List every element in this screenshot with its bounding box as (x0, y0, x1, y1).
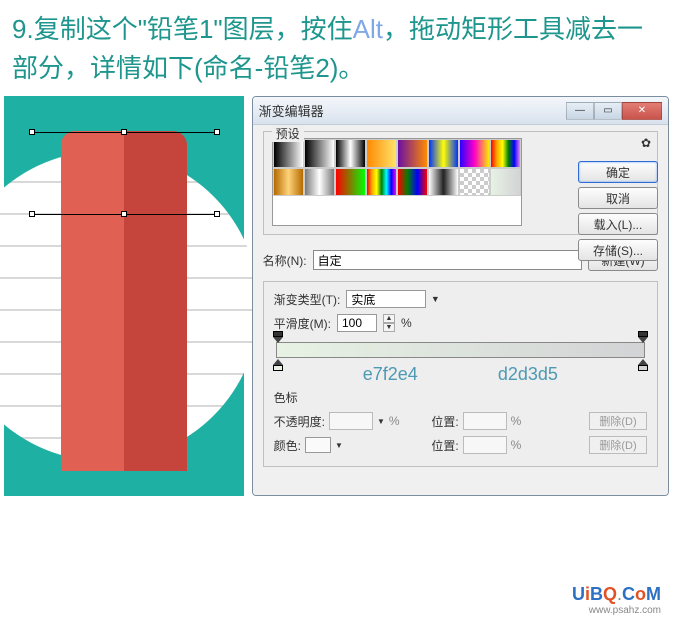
gradient-name-input[interactable] (313, 250, 582, 270)
preview-pencil-shape (61, 131, 187, 471)
close-button[interactable]: ✕ (622, 102, 662, 120)
preset-swatch[interactable] (428, 168, 459, 197)
gradient-type-value[interactable] (346, 290, 426, 308)
preset-swatch[interactable] (459, 168, 490, 197)
opacity-stop-label: 不透明度: (274, 413, 325, 430)
smoothness-input[interactable] (337, 314, 377, 332)
percent-unit: % (389, 414, 400, 428)
ok-button[interactable]: 确定 (578, 161, 658, 183)
dialog-titlebar[interactable]: 渐变编辑器 — ▭ ✕ (253, 97, 668, 125)
delete-opacity-stop-button[interactable]: 删除(D) (589, 412, 647, 430)
preset-swatch[interactable] (490, 168, 521, 197)
color-stop-label: 颜色: (274, 437, 301, 454)
percent-unit: % (401, 316, 412, 330)
dialog-title: 渐变编辑器 (259, 101, 566, 120)
load-button[interactable]: 载入(L)... (578, 213, 658, 235)
quote-close: " (213, 14, 222, 44)
layer-preview (4, 96, 244, 496)
transform-handle[interactable] (121, 129, 127, 135)
smoothness-stepper[interactable]: ▲▼ (383, 314, 395, 332)
layer-ref: 铅笔1 (147, 14, 213, 44)
preset-swatch[interactable] (397, 168, 428, 197)
preset-swatch[interactable] (304, 139, 335, 168)
alt-key: Alt (353, 14, 383, 44)
gradient-preview-bar[interactable] (276, 342, 645, 358)
color-position-input[interactable] (463, 436, 507, 454)
preset-swatch[interactable] (490, 139, 521, 168)
opacity-input[interactable] (329, 412, 373, 430)
color-swatch[interactable] (305, 437, 331, 453)
preset-swatch[interactable] (428, 139, 459, 168)
opacity-stop-left[interactable] (273, 331, 283, 343)
preset-swatch[interactable] (366, 139, 397, 168)
preset-swatch[interactable] (397, 139, 428, 168)
watermark: UiBQ.CoM www.psahz.com (572, 584, 661, 616)
txt-part2: 图层，按住 (223, 14, 353, 44)
preset-swatch[interactable] (366, 168, 397, 197)
quote-open: " (138, 14, 147, 44)
gradient-editor-dialog: 渐变编辑器 — ▭ ✕ 预设 ✿ (252, 96, 669, 496)
position-label: 位置: (431, 413, 458, 430)
step-number: 9. (12, 14, 34, 44)
transform-handle[interactable] (121, 211, 127, 217)
preset-swatch[interactable] (335, 139, 366, 168)
opacity-stop-right[interactable] (638, 331, 648, 343)
transform-handle[interactable] (29, 211, 35, 217)
txt-part1: 复制这个 (34, 14, 138, 44)
preset-swatch[interactable] (335, 168, 366, 197)
dropdown-arrow-icon[interactable]: ▼ (428, 292, 442, 306)
opacity-position-input[interactable] (463, 412, 507, 430)
color-stop-right[interactable] (638, 359, 648, 371)
preset-swatch[interactable] (304, 168, 335, 197)
percent-unit: % (511, 414, 522, 428)
gradient-type-combo[interactable]: ▼ (346, 290, 442, 308)
name-label: 名称(N): (263, 252, 307, 269)
presets-label: 预设 (272, 125, 304, 142)
presets-menu-icon[interactable]: ✿ (641, 136, 651, 150)
save-button[interactable]: 存储(S)... (578, 239, 658, 261)
minimize-button[interactable]: — (566, 102, 594, 120)
transform-handle[interactable] (29, 129, 35, 135)
instruction-text: 9.复制这个"铅笔1"图层，按住Alt，拖动矩形工具减去一部分，详情如下(命名-… (0, 0, 673, 96)
cancel-button[interactable]: 取消 (578, 187, 658, 209)
position-label: 位置: (431, 437, 458, 454)
hex-annotation-left: e7f2e4 (363, 364, 418, 385)
preset-swatch[interactable] (273, 139, 304, 168)
maximize-button[interactable]: ▭ (594, 102, 622, 120)
dropdown-arrow-icon[interactable]: ▼ (335, 441, 343, 450)
watermark-url: www.psahz.com (572, 605, 661, 616)
delete-color-stop-button[interactable]: 删除(D) (589, 436, 647, 454)
percent-unit: % (511, 438, 522, 452)
smoothness-label: 平滑度(M): (274, 315, 331, 332)
preset-swatch[interactable] (273, 168, 304, 197)
gradient-params-group: 渐变类型(T): ▼ 平滑度(M): ▲▼ % (263, 281, 658, 467)
stops-label: 色标 (274, 389, 647, 406)
dropdown-arrow-icon[interactable]: ▼ (377, 417, 385, 426)
gradient-type-label: 渐变类型(T): (274, 291, 341, 308)
preset-swatch[interactable] (459, 139, 490, 168)
transform-handle[interactable] (214, 129, 220, 135)
transform-handle[interactable] (214, 211, 220, 217)
hex-annotation-right: d2d3d5 (498, 364, 558, 385)
color-stop-left[interactable] (273, 359, 283, 371)
preset-swatch-grid[interactable] (272, 138, 522, 226)
